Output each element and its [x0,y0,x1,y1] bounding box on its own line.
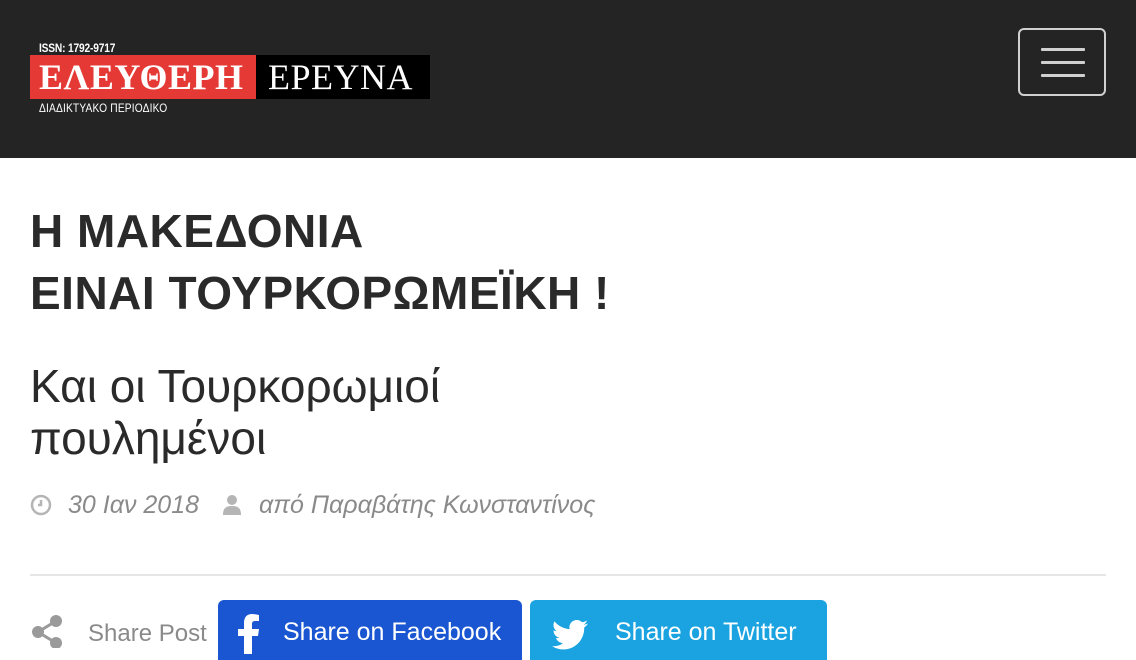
logo-tagline: ΔΙΑΔΙΚΤΥΑΚΟ ΠΕΡΙΟΔΙΚΟ [39,101,168,115]
share-twitter-button[interactable]: Share on Twitter [530,600,827,660]
user-icon [221,494,243,516]
share-post: Share Post [30,614,207,653]
facebook-icon [238,614,260,659]
article-date: 30 Ιαν 2018 [68,490,200,519]
share-facebook-label: Share on Facebook [283,618,502,646]
logo-black-block: ΕΡΕΥΝΑ [256,55,430,99]
site-logo[interactable]: ISSN: 1792-9717 ΕΛΕΥΘΕΡΗ ΕΡΕΥΝΑ ΔΙΑΔΙΚΤΥ… [30,40,430,118]
share-icon [30,614,64,653]
article-meta: 30 Ιαν 2018 από Παραβάτης Κωνσταντίνος [30,488,595,522]
share-facebook-button[interactable]: Share on Facebook [218,600,522,660]
share-post-label: Share Post [88,619,207,647]
article-subtitle-line2: πουλημένοι [30,412,267,464]
clock-icon [30,494,52,516]
logo-name-part1: ΕΛΕΥΘΕΡΗ [39,57,244,97]
article-subtitle: Και οι Τουρκορωμιοί πουλημένοι [30,360,730,464]
header-bar: ISSN: 1792-9717 ΕΛΕΥΘΕΡΗ ΕΡΕΥΝΑ ΔΙΑΔΙΚΤΥ… [0,0,1136,158]
article-title-line1: Η ΜΑΚΕΔΟΝΙΑ [30,205,364,257]
logo-name-part2: ΕΡΕΥΝΑ [268,57,413,97]
logo-issn: ISSN: 1792-9717 [39,41,116,55]
logo-red-block: ΕΛΕΥΘΕΡΗ [30,55,256,99]
meta-divider [30,574,1106,576]
article-subtitle-line1: Και οι Τουρκορωμιοί [30,360,441,412]
share-twitter-label: Share on Twitter [615,618,797,646]
article-author[interactable]: από Παραβάτης Κωνσταντίνος [259,491,595,520]
twitter-icon [552,620,588,655]
article-title-line2: ΕΙΝΑΙ ΤΟΥΡΚΟΡΩΜΕΪΚΗ ! [30,267,610,319]
hamburger-menu-button[interactable] [1018,28,1106,96]
article-title: Η ΜΑΚΕΔΟΝΙΑ ΕΙΝΑΙ ΤΟΥΡΚΟΡΩΜΕΪΚΗ ! [30,200,730,324]
